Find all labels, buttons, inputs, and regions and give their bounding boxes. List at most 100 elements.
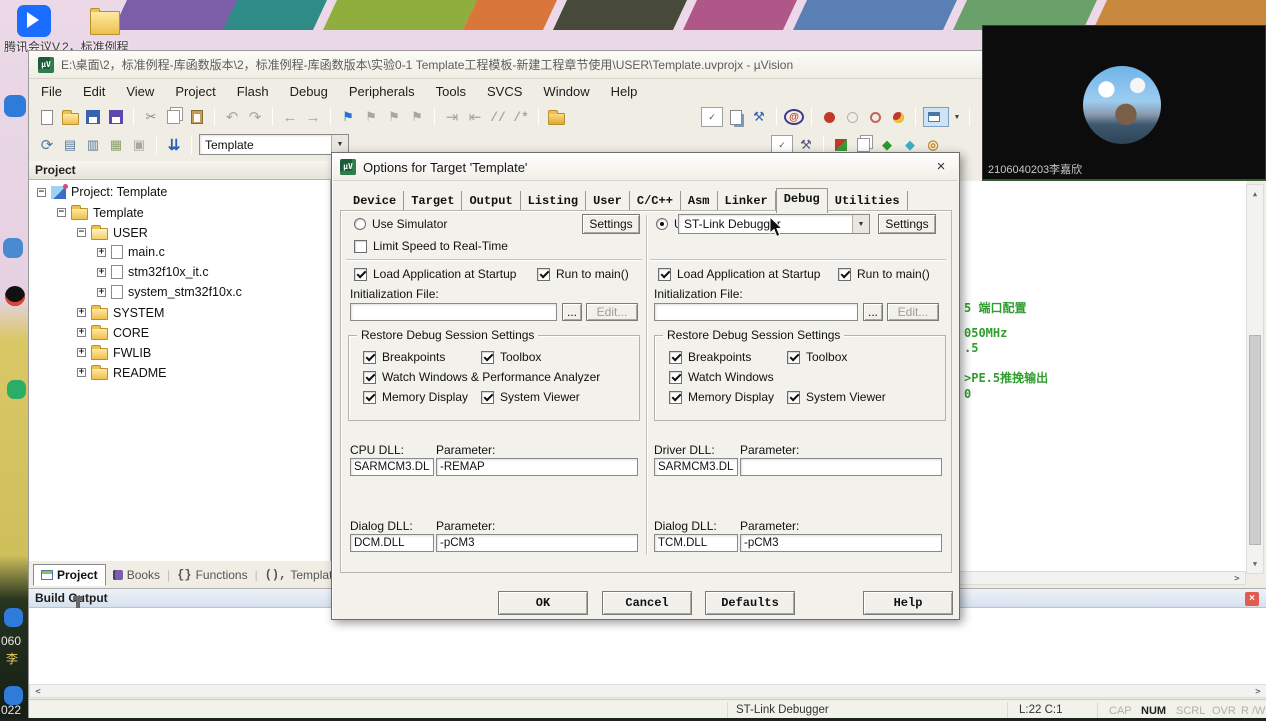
hw-dialog-param-input[interactable] (740, 534, 942, 552)
tab-asm[interactable]: Asm (681, 191, 718, 211)
webcam-overlay[interactable]: 2106040203李嘉欣 (982, 25, 1266, 181)
save-all-icon[interactable] (106, 107, 126, 127)
translate-icon[interactable]: ⟳ (37, 135, 57, 155)
expand-icon[interactable]: + (77, 348, 86, 357)
sim-watch-windows-checkbox[interactable]: Watch Windows & Performance Analyzer (363, 370, 600, 384)
indent-icon[interactable]: ⇥ (442, 107, 462, 127)
qq-icon[interactable] (5, 286, 25, 306)
project-panel-header[interactable]: Project (29, 161, 331, 180)
hw-load-app-checkbox[interactable]: Load Application at Startup (658, 267, 820, 281)
tree-item-group[interactable]: + SYSTEM (77, 305, 164, 320)
cancel-button[interactable]: Cancel (602, 591, 692, 615)
menu-flash[interactable]: Flash (237, 84, 269, 99)
toggle-bookmark-icon[interactable]: ⚑ (338, 107, 358, 127)
editor-vscrollbar[interactable]: ▲ ▼ (1246, 184, 1264, 574)
menu-svcs[interactable]: SVCS (487, 84, 522, 99)
collapse-icon[interactable]: − (37, 187, 46, 197)
debugger-select-arrow[interactable]: ▼ (852, 215, 869, 233)
tree-item-project-root[interactable]: − Project: Template (37, 183, 167, 199)
build-output-hscrollbar[interactable]: < > (29, 684, 1266, 698)
copy-icon[interactable] (164, 107, 184, 127)
tree-label[interactable]: system_stm32f10x.c (128, 285, 242, 299)
menu-edit[interactable]: Edit (83, 84, 105, 99)
checkbox-icon[interactable] (537, 267, 550, 281)
open-file-icon[interactable] (60, 107, 80, 127)
tab-output[interactable]: Output (462, 191, 521, 211)
checkbox-icon[interactable] (669, 370, 682, 384)
expand-icon[interactable]: + (97, 247, 106, 257)
menu-project[interactable]: Project (175, 84, 215, 99)
menu-view[interactable]: View (126, 84, 154, 99)
kill-all-breakpoints-icon[interactable] (888, 107, 908, 127)
sim-dialog-param-input[interactable] (436, 534, 638, 552)
checkbox-icon[interactable] (354, 267, 367, 281)
batch-build-icon[interactable]: ▦ (106, 135, 126, 155)
use-simulator-radio[interactable]: Use Simulator (354, 217, 447, 231)
tab-target[interactable]: Target (404, 191, 463, 211)
radio-icon[interactable] (354, 218, 366, 230)
sim-toolbox-checkbox[interactable]: Toolbox (481, 350, 541, 364)
scroll-right-icon[interactable]: > (1252, 685, 1264, 699)
clear-bookmarks-icon[interactable]: ⚑ (407, 107, 427, 127)
tree-label[interactable]: SYSTEM (113, 306, 164, 320)
tree-item-group[interactable]: + README (77, 365, 166, 380)
cut-icon[interactable]: ✂ (141, 107, 161, 127)
checkbox-icon[interactable] (787, 390, 800, 404)
tree-label[interactable]: main.c (128, 245, 165, 259)
tab-device[interactable]: Device (346, 191, 405, 211)
find-symbol-icon[interactable]: @ (784, 109, 804, 125)
new-file-icon[interactable] (37, 107, 57, 127)
tree-label[interactable]: Template (93, 206, 144, 220)
target-select[interactable]: Template ▼ (199, 134, 349, 155)
sim-breakpoints-checkbox[interactable]: Breakpoints (363, 350, 445, 364)
hw-run-to-main-checkbox[interactable]: Run to main() (838, 267, 930, 281)
collapse-icon[interactable]: − (77, 228, 86, 237)
checkbox-icon[interactable] (363, 350, 376, 364)
tree-label[interactable]: stm32f10x_it.c (128, 265, 209, 279)
menu-help[interactable]: Help (611, 84, 638, 99)
desktop-folder-icon[interactable] (90, 8, 120, 35)
tree-label[interactable]: FWLIB (113, 346, 151, 360)
hw-toolbox-checkbox[interactable]: Toolbox (787, 350, 847, 364)
navigate-forward-icon[interactable]: → (303, 107, 323, 127)
scroll-up-icon[interactable]: ▲ (1247, 187, 1263, 201)
windows-dropdown-arrow[interactable]: ▼ (952, 107, 962, 127)
cpu-param-input[interactable] (436, 458, 638, 476)
sim-run-to-main-checkbox[interactable]: Run to main() (537, 267, 629, 281)
checkbox-icon[interactable] (669, 350, 682, 364)
tab-project[interactable]: Project (33, 563, 106, 586)
tree-item-file[interactable]: + system_stm32f10x.c (97, 285, 242, 299)
tree-label[interactable]: CORE (113, 326, 149, 340)
tree-item-group[interactable]: + CORE (77, 325, 149, 340)
ok-button[interactable]: OK (498, 591, 588, 615)
disable-breakpoint-icon[interactable] (842, 107, 862, 127)
checkbox-icon[interactable] (658, 267, 671, 281)
tab-cpp[interactable]: C/C++ (630, 191, 681, 211)
sim-memory-display-checkbox[interactable]: Memory Display (363, 390, 468, 404)
tab-user[interactable]: User (586, 191, 630, 211)
breakpoint-dropdown[interactable]: ✓ (701, 107, 723, 127)
stop-build-icon[interactable]: ▣ (129, 135, 149, 155)
tab-debug[interactable]: Debug (775, 188, 828, 213)
expand-icon[interactable]: + (77, 368, 86, 377)
expand-icon[interactable]: + (97, 287, 106, 297)
navigate-back-icon[interactable]: ← (280, 107, 300, 127)
hw-memory-display-checkbox[interactable]: Memory Display (669, 390, 774, 404)
desktop-doc-icon[interactable] (4, 608, 23, 627)
menu-window[interactable]: Window (543, 84, 589, 99)
tree-label[interactable]: USER (113, 226, 148, 240)
prev-bookmark-icon[interactable]: ⚑ (361, 107, 381, 127)
find-in-files-icon[interactable] (726, 107, 746, 127)
help-button[interactable]: Help (863, 591, 953, 615)
paste-icon[interactable] (187, 107, 207, 127)
close-pane-icon[interactable]: × (1245, 592, 1259, 606)
outdent-icon[interactable]: ⇤ (465, 107, 485, 127)
pin-icon[interactable] (72, 595, 83, 608)
checkbox-icon[interactable] (481, 390, 494, 404)
comment-icon[interactable]: // (488, 107, 508, 127)
checkbox-icon[interactable] (363, 370, 376, 384)
checkbox-icon[interactable] (363, 390, 376, 404)
tab-utilities[interactable]: Utilities (828, 191, 908, 211)
configure-icon[interactable] (546, 107, 566, 127)
hw-breakpoints-checkbox[interactable]: Breakpoints (669, 350, 751, 364)
